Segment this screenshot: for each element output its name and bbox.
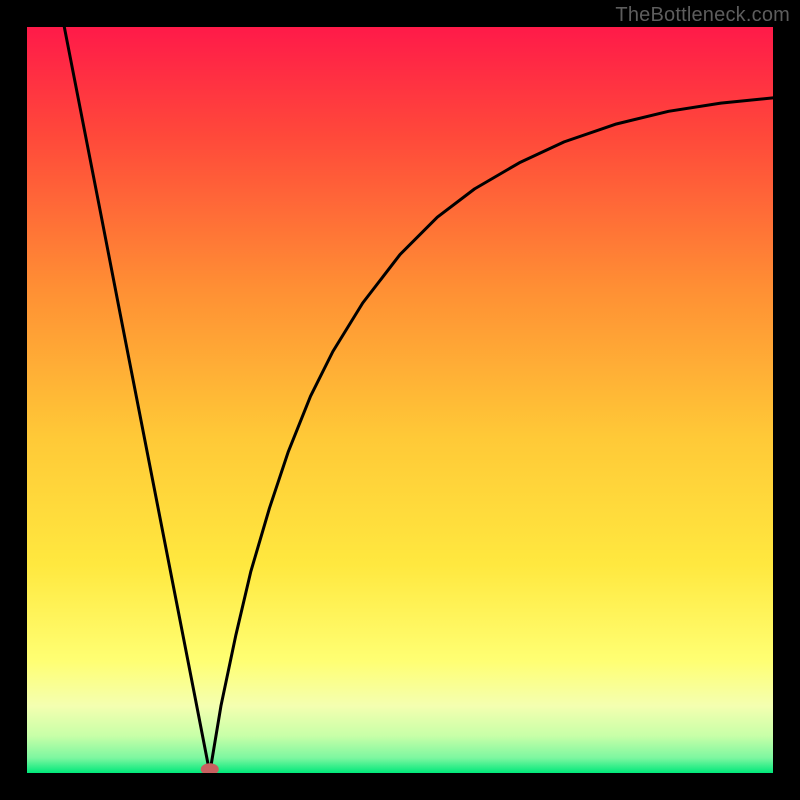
gradient-background <box>27 27 773 773</box>
chart-frame: TheBottleneck.com <box>0 0 800 800</box>
plot-area <box>27 27 773 773</box>
chart-svg <box>27 27 773 773</box>
watermark-text: TheBottleneck.com <box>615 4 790 27</box>
